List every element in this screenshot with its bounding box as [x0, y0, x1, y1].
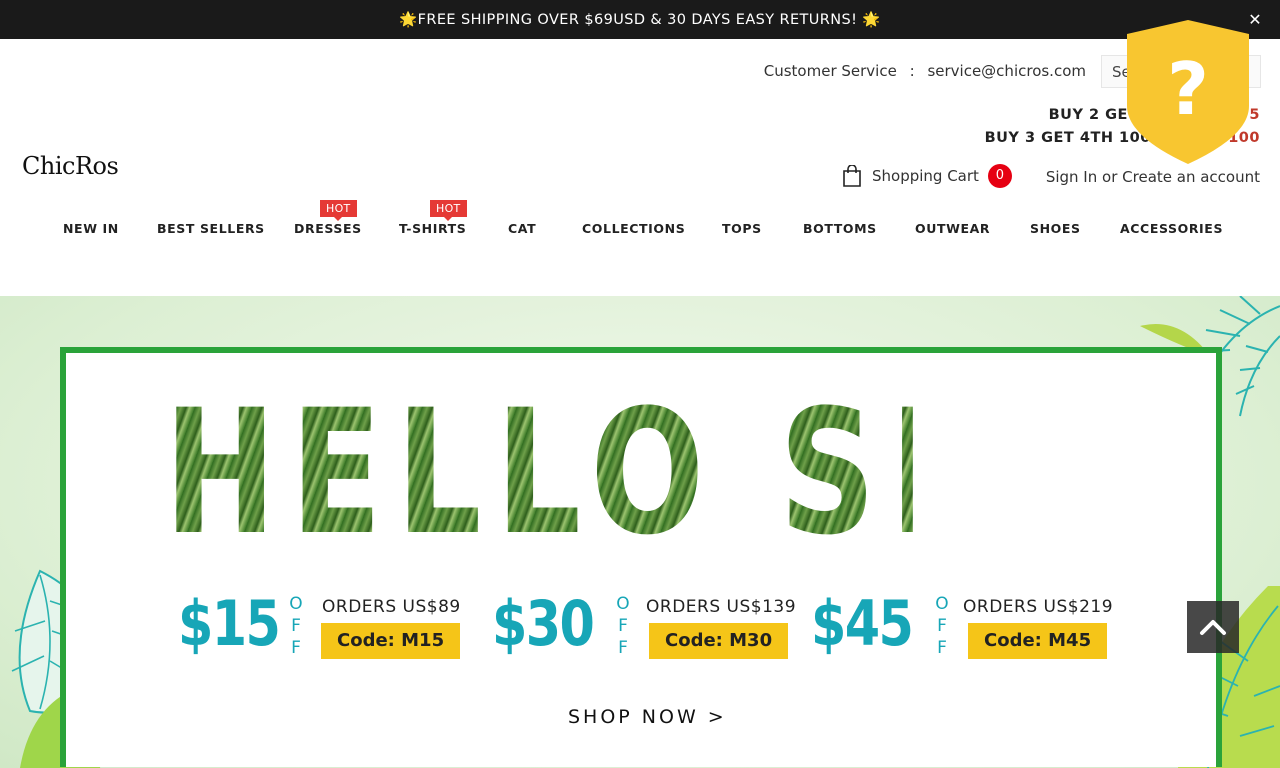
off-letter: O	[289, 594, 303, 614]
account-links: Sign In or Create an account	[1046, 168, 1260, 186]
off-letter: F	[937, 616, 947, 636]
help-shield-glyph: ?	[1167, 47, 1209, 131]
main-nav: NEW IN BEST SELLERS HOT DRESSES HOT T-SH…	[0, 200, 1280, 241]
off-letter: F	[291, 616, 301, 636]
off-letter: O	[616, 594, 630, 614]
account-or: or	[1102, 168, 1118, 186]
shop-now-link[interactable]: SHOP NOW >	[568, 706, 727, 728]
deal-orders: ORDERS US$139	[646, 597, 797, 617]
chevron-up-icon	[1200, 620, 1226, 635]
help-shield-icon[interactable]: ?	[1127, 20, 1249, 164]
shopping-cart-button[interactable]: Shopping Cart 0	[842, 164, 1012, 188]
hot-badge: HOT	[430, 200, 467, 221]
nav-item-t-shirts[interactable]: HOT T-SHIRTS	[399, 200, 467, 236]
hot-badge: HOT	[320, 200, 357, 221]
deal-off-label: O F F	[615, 593, 631, 659]
hero-banner[interactable]: HELLO SPRING $15 O F F ORDERS US$89 Code…	[0, 296, 1280, 768]
deal-15: $15 O F F ORDERS US$89 Code: M15	[178, 587, 468, 667]
cart-count-badge: 0	[987, 164, 1012, 188]
nav-item-new-in[interactable]: NEW IN	[63, 221, 119, 236]
off-letter: F	[937, 638, 947, 658]
deal-off-label: O F F	[288, 593, 304, 659]
nav-item-bottoms[interactable]: BOTTOMS	[803, 221, 877, 236]
deal-45: $45 O F F ORDERS US$219 Code: M45	[811, 587, 1114, 667]
nav-item-tops[interactable]: TOPS	[722, 221, 762, 236]
nav-item-cat[interactable]: CAT	[508, 221, 536, 236]
announcement-text: 🌟FREE SHIPPING OVER $69USD & 30 DAYS EAS…	[399, 12, 881, 28]
off-letter: O	[935, 594, 949, 614]
customer-service-email[interactable]: service@chicros.com	[927, 62, 1086, 80]
deal-30: $30 O F F ORDERS US$139 Code: M30	[492, 587, 796, 667]
deal-code: Code: M45	[968, 623, 1108, 659]
sign-in-link[interactable]: Sign In	[1046, 168, 1097, 186]
shopping-cart-label: Shopping Cart	[872, 167, 979, 185]
nav-item-best-sellers[interactable]: BEST SELLERS	[157, 221, 265, 236]
nav-item-t-shirts-label: T-SHIRTS	[399, 221, 467, 236]
banner-headline: HELLO SPRING	[164, 387, 1280, 559]
deal-amount: $30	[492, 587, 595, 660]
off-letter: F	[291, 638, 301, 658]
nav-item-collections[interactable]: COLLECTIONS	[582, 221, 685, 236]
nav-item-shoes[interactable]: SHOES	[1030, 221, 1081, 236]
customer-service: Customer Service : service@chicros.com	[764, 62, 1086, 80]
nav-item-dresses[interactable]: HOT DRESSES	[294, 200, 362, 236]
deal-code: Code: M30	[649, 623, 789, 659]
deal-orders: ORDERS US$219	[963, 597, 1114, 617]
nav-item-outwear[interactable]: OUTWEAR	[915, 221, 990, 236]
off-letter: F	[618, 638, 628, 658]
deal-amount: $45	[811, 587, 914, 660]
deal-amount: $15	[178, 587, 281, 660]
shopping-bag-icon	[843, 165, 861, 187]
deal-code: Code: M15	[321, 623, 461, 659]
customer-service-label: Customer Service	[763, 62, 897, 80]
close-icon[interactable]: ✕	[1248, 10, 1262, 29]
customer-service-separator: :	[909, 62, 915, 80]
site-logo[interactable]: ChicRos	[22, 152, 119, 180]
deal-orders: ORDERS US$89	[322, 597, 461, 617]
create-account-link[interactable]: Create an account	[1122, 168, 1260, 186]
back-to-top-button[interactable]	[1187, 601, 1239, 653]
announcement-bar: 🌟FREE SHIPPING OVER $69USD & 30 DAYS EAS…	[0, 0, 1280, 39]
nav-item-accessories[interactable]: ACCESSORIES	[1120, 221, 1223, 236]
deal-off-label: O F F	[934, 593, 950, 659]
nav-item-dresses-label: DRESSES	[294, 221, 362, 236]
off-letter: F	[618, 616, 628, 636]
